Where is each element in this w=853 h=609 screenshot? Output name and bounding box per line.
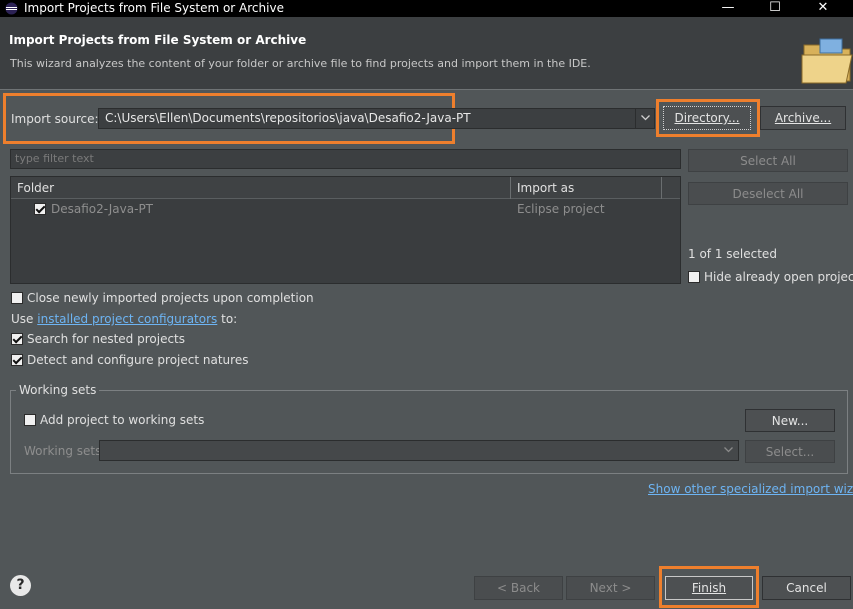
wizard-heading: Import Projects from File System or Arch… (9, 33, 307, 47)
archive-button[interactable]: Archive... (760, 106, 846, 130)
combo-dropdown-button[interactable] (719, 441, 738, 460)
title-bar: Import Projects from File System or Arch… (0, 0, 853, 17)
row-checkbox[interactable] (34, 203, 46, 215)
deselect-all-button[interactable]: Deselect All (688, 182, 848, 205)
directory-button[interactable]: Directory... (663, 106, 751, 130)
working-sets-legend: Working sets (16, 383, 100, 397)
close-imported-label[interactable]: Close newly imported projects upon compl… (27, 291, 314, 305)
detect-natures-label[interactable]: Detect and configure project natures (27, 353, 248, 367)
cancel-button[interactable]: Cancel (762, 576, 851, 600)
back-button[interactable]: < Back (474, 576, 563, 600)
hide-open-label[interactable]: Hide already open projects (704, 270, 853, 284)
hide-open-checkbox[interactable] (688, 271, 700, 283)
filter-input[interactable]: type filter text (10, 149, 681, 169)
table-row[interactable]: Desafio2-Java-PT Eclipse project (11, 200, 680, 218)
window-title: Import Projects from File System or Arch… (24, 1, 284, 15)
configurators-link[interactable]: installed project configurators (37, 312, 217, 326)
search-nested-checkbox[interactable] (11, 333, 23, 345)
import-source-combo[interactable]: C:\Users\Ellen\Documents\repositorios\ja… (98, 108, 655, 129)
configurators-line: Use installed project configurators to: (11, 312, 237, 326)
next-button[interactable]: Next > (566, 576, 655, 600)
header-divider (0, 89, 853, 90)
maximize-button[interactable]: ☐ (752, 0, 798, 17)
projects-table: Folder Import as Desafio2-Java-PT Eclips… (10, 176, 681, 284)
use-suffix: to: (221, 312, 238, 326)
add-working-sets-checkbox[interactable] (24, 414, 36, 426)
column-divider (510, 177, 511, 199)
column-folder[interactable]: Folder (17, 181, 54, 195)
add-working-sets-label[interactable]: Add project to working sets (40, 413, 204, 427)
help-icon[interactable]: ? (10, 575, 31, 596)
row-import-as: Eclipse project (517, 202, 605, 216)
eclipse-icon (5, 2, 18, 15)
close-imported-checkbox[interactable] (11, 292, 23, 304)
detect-natures-checkbox[interactable] (11, 354, 23, 366)
use-prefix: Use (11, 312, 34, 326)
finish-button[interactable]: Finish (665, 576, 753, 600)
working-sets-label: Working sets: (24, 444, 106, 458)
new-working-set-button[interactable]: New... (745, 409, 835, 432)
minimize-button[interactable]: — (705, 0, 751, 17)
column-import-as[interactable]: Import as (517, 181, 574, 195)
specialized-wizards-link[interactable]: Show other specialized import wizards (648, 482, 853, 496)
folder-icon (801, 38, 853, 84)
close-button[interactable]: ✕ (800, 0, 846, 17)
filter-placeholder: type filter text (15, 152, 94, 165)
select-working-set-button[interactable]: Select... (745, 440, 835, 463)
working-sets-group (10, 390, 848, 474)
chevron-down-icon (724, 447, 733, 453)
import-source-label: Import source: (11, 112, 99, 126)
wizard-description: This wizard analyzes the content of your… (10, 57, 591, 70)
working-sets-combo[interactable] (99, 440, 739, 461)
selection-count: 1 of 1 selected (688, 247, 777, 261)
table-header: Folder Import as (11, 177, 680, 199)
search-nested-label[interactable]: Search for nested projects (27, 332, 185, 346)
row-folder: Desafio2-Java-PT (51, 202, 154, 216)
select-all-button[interactable]: Select All (688, 149, 848, 172)
column-divider (661, 177, 662, 199)
chevron-down-icon (641, 115, 650, 121)
import-source-value: C:\Users\Ellen\Documents\repositorios\ja… (105, 111, 471, 125)
wizard-header: Import Projects from File System or Arch… (0, 17, 853, 89)
combo-dropdown-button[interactable] (635, 109, 654, 128)
